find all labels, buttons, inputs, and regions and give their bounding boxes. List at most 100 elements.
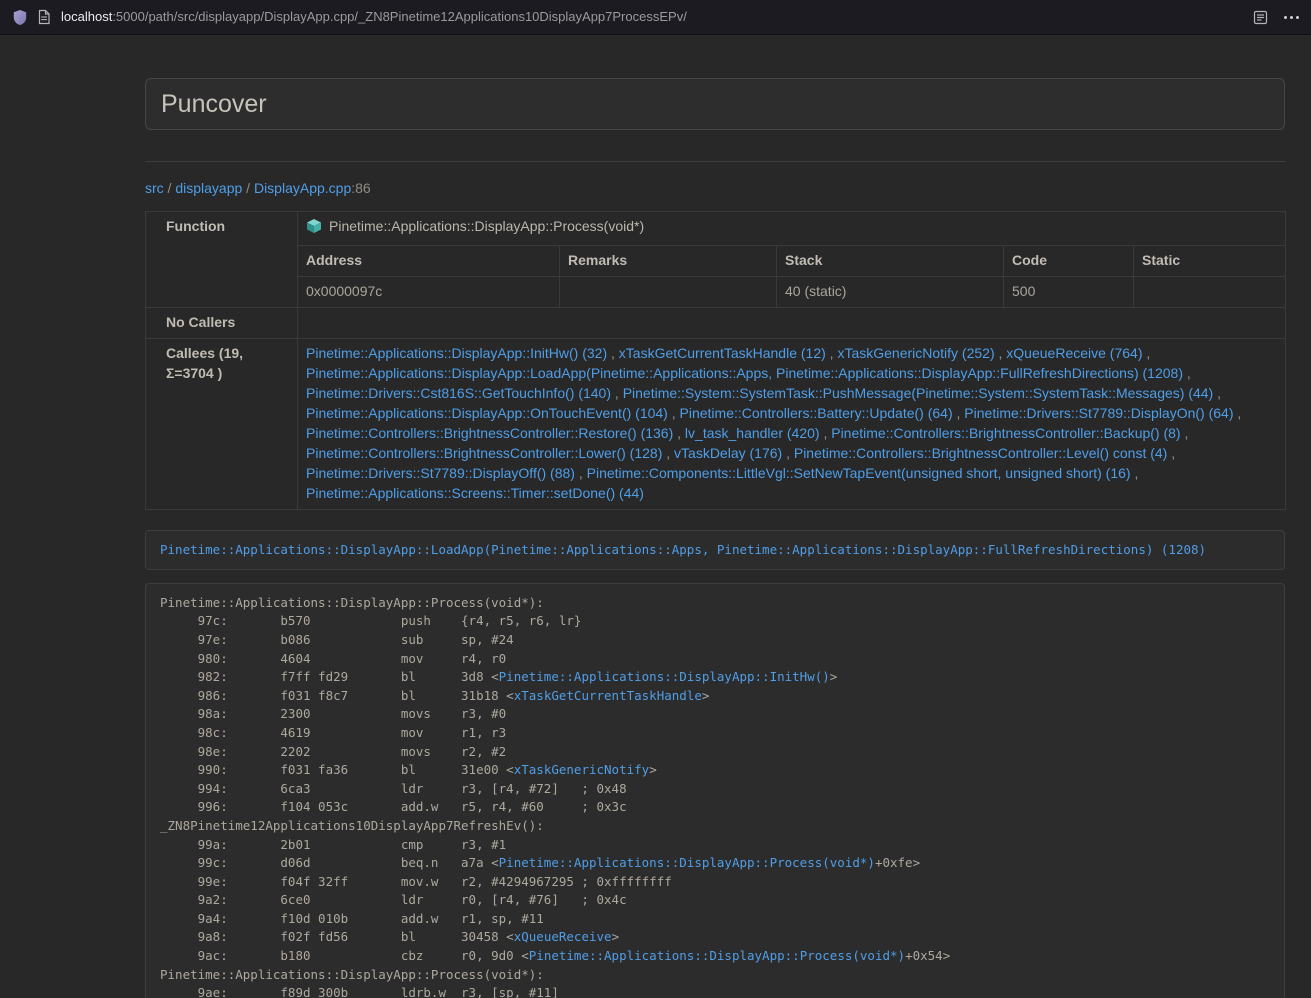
callee-link[interactable]: Pinetime::Controllers::BrightnessControl…	[306, 425, 673, 441]
symbol-link[interactable]: xTaskGenericNotify	[514, 762, 649, 777]
function-remarks	[560, 276, 777, 307]
breadcrumb-link[interactable]: displayapp	[175, 180, 242, 196]
symbol-link[interactable]: xTaskGetCurrentTaskHandle	[514, 688, 702, 703]
code-line: 98e: 2202 movs r2, #2	[160, 743, 1270, 762]
symbol-link[interactable]: Pinetime::Applications::DisplayApp::Proc…	[529, 948, 905, 963]
symbol-link[interactable]: xQueueReceive	[514, 929, 612, 944]
col-header-address: Address	[298, 245, 560, 276]
callee-link[interactable]: Pinetime::Applications::Screens::Timer::…	[306, 485, 644, 501]
callee-separator: ,	[1234, 405, 1242, 421]
code-line: 9ac: b180 cbz r0, 9d0 <Pinetime::Applica…	[160, 947, 1270, 966]
url-host: localhost	[61, 9, 112, 24]
code-line: 97c: b570 push {r4, r5, r6, lr}	[160, 612, 1270, 631]
callee-link[interactable]: Pinetime::Drivers::Cst816S::GetTouchInfo…	[306, 385, 611, 401]
col-header-code: Code	[1004, 245, 1134, 276]
function-icon	[306, 218, 322, 240]
callee-separator: ,	[607, 345, 619, 361]
breadcrumb-separator: /	[242, 180, 254, 196]
callee-link[interactable]: Pinetime::Controllers::BrightnessControl…	[794, 445, 1167, 461]
code-line: 994: 6ca3 ldr r3, [r4, #72] ; 0x48	[160, 780, 1270, 799]
callee-link[interactable]: xTaskGetCurrentTaskHandle (12)	[619, 345, 826, 361]
callee-link[interactable]: Pinetime::Controllers::BrightnessControl…	[306, 445, 662, 461]
tracking-protection-shield-icon[interactable]	[12, 5, 28, 29]
callee-separator: ,	[1181, 425, 1189, 441]
symbol-link[interactable]: Pinetime::Applications::DisplayApp::Init…	[499, 669, 830, 684]
no-callers-label: No Callers	[146, 307, 298, 338]
callee-link[interactable]: xQueueReceive (764)	[1006, 345, 1142, 361]
code-line: 97e: b086 sub sp, #24	[160, 631, 1270, 650]
callee-separator: ,	[1142, 345, 1150, 361]
callee-link[interactable]: vTaskDelay (176)	[674, 445, 782, 461]
code-line: 982: f7ff fd29 bl 3d8 <Pinetime::Applica…	[160, 668, 1270, 687]
no-callers-cell	[298, 307, 1286, 338]
function-static	[1134, 276, 1286, 307]
code-line: _ZN8Pinetime12Applications10DisplayApp7R…	[160, 817, 1270, 836]
code-line: 990: f031 fa36 bl 31e00 <xTaskGenericNot…	[160, 761, 1270, 780]
breadcrumb-link[interactable]: src	[145, 180, 164, 196]
callee-link[interactable]: xTaskGenericNotify (252)	[837, 345, 994, 361]
page-info-icon[interactable]	[37, 5, 51, 29]
breadcrumb-separator: /	[164, 180, 176, 196]
function-table: Function Pinetime::Applications::Display…	[145, 211, 1286, 510]
callee-link[interactable]: Pinetime::Drivers::St7789::DisplayOff() …	[306, 465, 575, 481]
code-line: 996: f104 053c add.w r5, r4, #60 ; 0x3c	[160, 798, 1270, 817]
breadcrumb: src / displayapp / DisplayApp.cpp:86	[145, 179, 1285, 199]
code-line: 9a4: f10d 010b add.w r1, sp, #11	[160, 910, 1270, 929]
url-bar[interactable]: localhost:5000/path/src/displayapp/Displ…	[61, 8, 1239, 27]
callee-link[interactable]: Pinetime::Controllers::Battery::Update()…	[680, 405, 953, 421]
callees-label: Callees (19, Σ=3704 )	[146, 338, 298, 509]
disassembly-block: Pinetime::Applications::DisplayApp::Proc…	[145, 583, 1285, 998]
code-line: 980: 4604 mov r4, r0	[160, 650, 1270, 669]
callee-link[interactable]: Pinetime::Controllers::BrightnessControl…	[831, 425, 1180, 441]
selected-symbol-link[interactable]: Pinetime::Applications::DisplayApp::Load…	[160, 542, 1206, 557]
callee-separator: ,	[995, 345, 1007, 361]
callee-separator: ,	[820, 425, 832, 441]
code-line: 98c: 4619 mov r1, r3	[160, 724, 1270, 743]
function-stack: 40 (static)	[777, 276, 1004, 307]
callee-link[interactable]: Pinetime::Applications::DisplayApp::Init…	[306, 345, 607, 361]
callee-link[interactable]: Pinetime::Components::LittleVgl::SetNewT…	[587, 465, 1131, 481]
callee-separator: ,	[1183, 365, 1191, 381]
breadcrumb-link[interactable]: DisplayApp.cpp	[254, 180, 351, 196]
code-line: Pinetime::Applications::DisplayApp::Proc…	[160, 966, 1270, 985]
menu-more-icon[interactable]	[1284, 16, 1299, 19]
breadcrumb-line-number: :86	[351, 180, 370, 196]
callee-link[interactable]: lv_task_handler (420)	[685, 425, 820, 441]
code-line: 9ae: f89d 300b ldrb.w r3, [sp, #11]	[160, 984, 1270, 998]
callee-separator: ,	[575, 465, 587, 481]
function-row-label: Function	[146, 211, 298, 307]
symbol-link[interactable]: Pinetime::Applications::DisplayApp::Proc…	[499, 855, 875, 870]
col-header-static: Static	[1134, 245, 1286, 276]
code-line: 98a: 2300 movs r3, #0	[160, 705, 1270, 724]
callee-separator: ,	[668, 405, 680, 421]
col-header-remarks: Remarks	[560, 245, 777, 276]
callee-separator: ,	[826, 345, 838, 361]
code-line: 9a2: 6ce0 ldr r0, [r4, #76] ; 0x4c	[160, 891, 1270, 910]
callee-separator: ,	[1131, 465, 1139, 481]
callee-link[interactable]: Pinetime::Applications::DisplayApp::Load…	[306, 365, 1183, 381]
function-name: Pinetime::Applications::DisplayApp::Proc…	[329, 218, 644, 234]
code-line: 99e: f04f 32ff mov.w r2, #4294967295 ; 0…	[160, 873, 1270, 892]
col-header-stack: Stack	[777, 245, 1004, 276]
callee-separator: ,	[782, 445, 794, 461]
callee-separator: ,	[1213, 385, 1221, 401]
table-row-callees: Callees (19, Σ=3704 ) Pinetime::Applicat…	[146, 338, 1286, 509]
app-title-box: Puncover	[145, 78, 1285, 130]
table-row-headers: Address Remarks Stack Code Static	[146, 245, 1286, 276]
code-line: 986: f031 f8c7 bl 31b18 <xTaskGetCurrent…	[160, 687, 1270, 706]
callee-link[interactable]: Pinetime::Applications::DisplayApp::OnTo…	[306, 405, 668, 421]
reader-view-icon[interactable]	[1253, 5, 1268, 29]
function-code-size: 500	[1004, 276, 1134, 307]
table-row-function: Function Pinetime::Applications::Display…	[146, 211, 1286, 245]
callee-link[interactable]: Pinetime::System::SystemTask::PushMessag…	[623, 385, 1214, 401]
callee-separator: ,	[611, 385, 623, 401]
function-address: 0x0000097c	[298, 276, 560, 307]
table-row-values: 0x0000097c 40 (static) 500	[146, 276, 1286, 307]
callee-separator: ,	[662, 445, 674, 461]
callee-separator: ,	[953, 405, 965, 421]
highlight-panel: Pinetime::Applications::DisplayApp::Load…	[145, 530, 1285, 570]
callee-link[interactable]: Pinetime::Drivers::St7789::DisplayOn() (…	[964, 405, 1233, 421]
code-line: Pinetime::Applications::DisplayApp::Proc…	[160, 594, 1270, 613]
divider	[145, 161, 1285, 162]
code-line: 99c: d06d beq.n a7a <Pinetime::Applicati…	[160, 854, 1270, 873]
